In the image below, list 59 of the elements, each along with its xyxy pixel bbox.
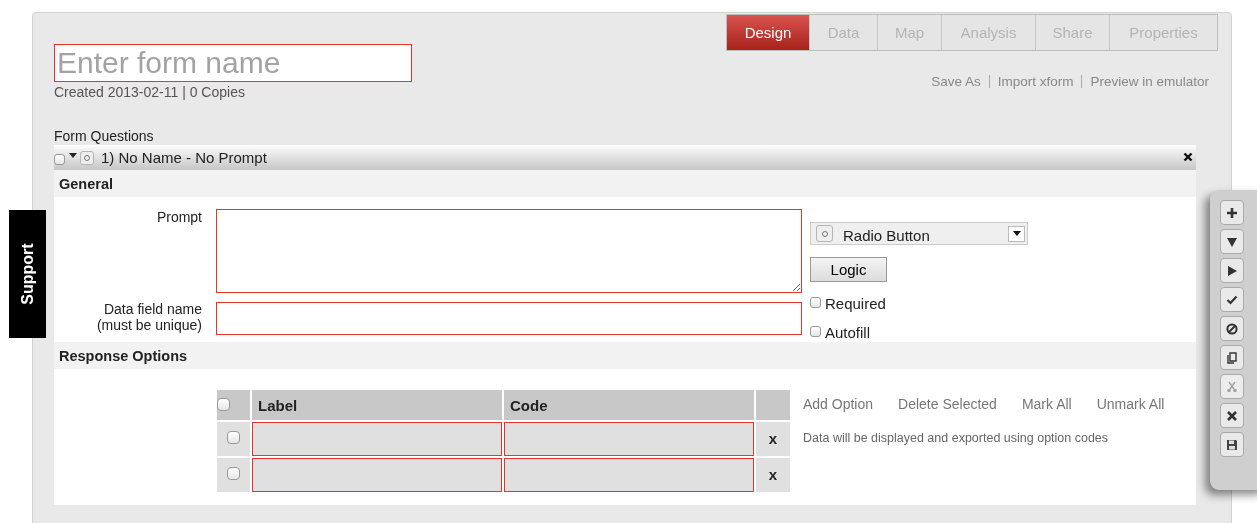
data-field-name-field[interactable] [216,302,802,335]
radio-icon [80,150,94,165]
ban-icon [1226,322,1238,335]
option-note: Data will be displayed and exported using option codes [803,431,1110,445]
close-icon [1226,409,1238,422]
scissors-icon [1226,380,1238,393]
plus-button[interactable] [1220,200,1244,225]
checkbox[interactable] [54,153,65,165]
header-link[interactable]: Preview in emulator [1090,74,1209,89]
checkbox[interactable] [227,431,240,444]
question-title: 1) No Name - No Prompt [101,149,267,166]
caret-icon [1012,231,1021,236]
delete-row-button[interactable]: x [768,430,778,447]
section-header: General [54,170,1196,197]
save-icon [1226,438,1238,451]
triangle-right-icon [1226,264,1238,277]
delete-row-button[interactable]: x [768,466,778,483]
check-icon [1226,293,1238,306]
checkbox[interactable] [810,325,821,337]
option-field[interactable] [504,458,754,492]
checkbox[interactable] [227,467,240,480]
checkbox[interactable] [810,296,821,308]
triangle-right-button[interactable] [1220,258,1244,283]
tab[interactable]: Design [727,15,809,50]
question-type-select[interactable]: Radio Button [810,222,1028,245]
option-action-link[interactable]: Mark All [1021,396,1072,412]
option-action-link[interactable]: Add Option [803,396,874,412]
checkbox-label: Autofill [825,324,871,341]
support-tab[interactable]: Support [9,210,46,338]
form-name-field[interactable]: Enter form name [54,44,412,82]
header-link[interactable]: Import xform [997,74,1074,89]
caret-icon[interactable] [69,153,77,158]
column-header: Code [504,390,754,420]
close-icon[interactable] [1183,152,1193,162]
option-field[interactable] [252,422,502,456]
copy-icon [1226,351,1238,364]
logic-button[interactable]: Logic [810,257,887,282]
close-button[interactable] [1220,403,1244,428]
copy-button[interactable] [1220,345,1244,370]
triangle-down-button[interactable] [1220,229,1244,254]
prompt-field[interactable] [216,209,802,293]
checkbox[interactable] [217,397,230,411]
checkbox-label: Required [825,295,886,312]
field-name-label: Data field name (must be unique) [95,301,202,335]
header-link[interactable]: Save As [931,74,981,89]
plus-icon [1226,206,1238,219]
prompt-label: Prompt [155,209,202,227]
triangle-down-icon [1226,235,1238,248]
form-meta: Created 2013-02-11 | 0 Copies [54,84,246,100]
section-title: Form Questions [54,128,155,144]
section-header: Response Options [54,342,1196,369]
option-field[interactable] [504,422,754,456]
check-button[interactable] [1220,287,1244,312]
column-header: Label [252,390,502,420]
option-field[interactable] [252,458,502,492]
option-action-link[interactable]: Delete Selected [898,396,997,412]
ban-button[interactable] [1220,316,1244,341]
save-button[interactable] [1220,432,1244,457]
option-action-link[interactable]: Unmark All [1096,396,1165,412]
